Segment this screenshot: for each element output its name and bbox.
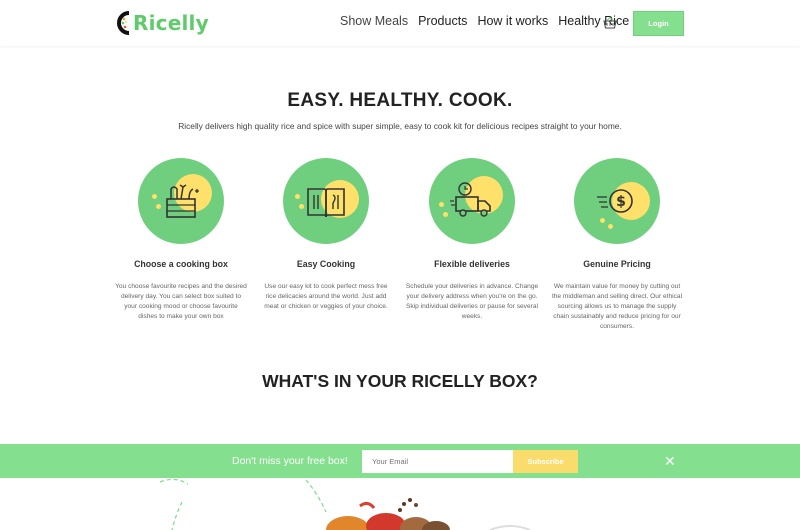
newsletter-bar: Don't miss your free box! Subscribe ✕ bbox=[0, 444, 800, 478]
feature-title: Genuine Pricing bbox=[583, 259, 651, 269]
yellow-dot bbox=[608, 224, 613, 229]
subscribe-button[interactable]: Subscribe bbox=[513, 450, 578, 473]
nav-healthy-rice[interactable]: Healthy Rice bbox=[558, 14, 629, 28]
nav-how-it-works[interactable]: How it works bbox=[477, 14, 548, 28]
spices-illustration bbox=[159, 478, 531, 530]
yellow-dot bbox=[152, 194, 157, 199]
feature-flexible-deliveries: Flexible deliveries Schedule your delive… bbox=[402, 158, 542, 322]
yellow-dot bbox=[443, 212, 448, 217]
dollar-coin-icon: $ bbox=[597, 189, 633, 213]
nav-products[interactable]: Products bbox=[418, 14, 467, 28]
login-button[interactable]: Login bbox=[633, 11, 684, 36]
feature-icon-circle bbox=[429, 158, 515, 244]
logo[interactable]: Ricelly bbox=[116, 8, 209, 38]
email-input[interactable] bbox=[362, 450, 514, 473]
recipe-book-icon bbox=[307, 188, 345, 218]
site-header: Ricelly Show Meals Products How it works… bbox=[0, 0, 800, 46]
main-nav: Show Meals Products How it works Healthy… bbox=[340, 14, 639, 28]
feature-icon-circle bbox=[283, 158, 369, 244]
feature-icon-circle bbox=[138, 158, 224, 244]
section-title: WHAT'S IN YOUR RICELLY BOX? bbox=[262, 371, 538, 391]
logo-text: Ricelly bbox=[133, 11, 209, 35]
shopping-basket-icon[interactable] bbox=[603, 14, 617, 30]
feature-text: Use our easy kit to cook perfect mess fr… bbox=[264, 283, 388, 310]
feature-title: Flexible deliveries bbox=[434, 259, 510, 269]
hero-subtitle: Ricelly delivers high quality rice and s… bbox=[178, 121, 622, 131]
close-icon[interactable]: ✕ bbox=[664, 453, 676, 470]
svg-text:$: $ bbox=[616, 194, 626, 210]
feature-cooking-box: Choose a cooking box You choose favourit… bbox=[111, 158, 251, 322]
feature-text: We maintain value for money by cutting o… bbox=[551, 283, 683, 330]
yellow-dot bbox=[439, 202, 444, 207]
feature-icon-circle: $ bbox=[574, 158, 660, 244]
nav-show-meals[interactable]: Show Meals bbox=[340, 14, 408, 28]
feature-text: You choose favourite recipes and the des… bbox=[115, 283, 247, 320]
feature-title: Choose a cooking box bbox=[134, 259, 228, 269]
hero-title: EASY. HEALTHY. COOK. bbox=[287, 90, 513, 111]
delivery-truck-icon bbox=[450, 182, 491, 217]
feature-easy-cooking: Easy Cooking Use our easy kit to cook pe… bbox=[256, 158, 396, 312]
feature-title: Easy Cooking bbox=[296, 259, 356, 269]
feature-genuine-pricing: $ Genuine Pricing We maintain value for … bbox=[547, 158, 687, 332]
rice-bowl-logo-icon bbox=[117, 11, 130, 35]
feature-text: Schedule your deliveries in advance. Cha… bbox=[405, 283, 539, 320]
cooking-box-icon bbox=[166, 184, 199, 218]
newsletter-label: Don't miss your free box! bbox=[232, 455, 348, 467]
yellow-dot bbox=[295, 194, 300, 199]
